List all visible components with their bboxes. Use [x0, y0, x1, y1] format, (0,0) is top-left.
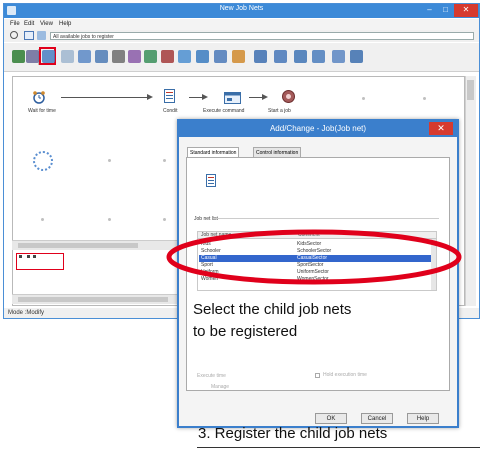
dialog-title-bar[interactable]: Add/Change - Job(Job net) ✕ — [179, 121, 457, 137]
highlight-ellipse — [166, 229, 462, 285]
layout-icon[interactable] — [24, 31, 34, 40]
callout-line-2: to be registered — [193, 323, 298, 340]
dotted-circle-node-icon[interactable] — [33, 151, 53, 171]
toolbar — [4, 43, 479, 72]
mail-icon[interactable] — [196, 50, 209, 63]
gear-job-icon[interactable] — [281, 89, 296, 104]
connector-line — [249, 97, 263, 98]
monitor-job-icon[interactable] — [112, 50, 125, 63]
search-scope-icon[interactable] — [37, 31, 46, 40]
comment-icon[interactable] — [61, 50, 74, 63]
grid-dot — [163, 218, 166, 221]
node-label-partial-1: Condit — [163, 108, 178, 114]
connector-line — [61, 97, 149, 98]
grid-icon[interactable] — [294, 50, 307, 63]
search-icon[interactable] — [10, 31, 18, 39]
tree-icon[interactable] — [274, 50, 287, 63]
preview-dot — [33, 255, 36, 258]
address-row: All available jobs to register — [4, 30, 479, 42]
vertical-scrollbar[interactable] — [465, 76, 476, 306]
help-button[interactable]: Help — [407, 413, 439, 424]
grid-dot — [41, 218, 44, 221]
maximize-button[interactable]: □ — [438, 4, 453, 17]
preview-dot — [19, 255, 22, 258]
arrow-head-icon — [147, 94, 153, 100]
caption-underline — [197, 447, 480, 448]
menu-bar: File Edit View Help — [4, 19, 479, 30]
node-label-wait: Wait for time — [28, 108, 56, 114]
ok-button[interactable]: OK — [315, 413, 347, 424]
flag-icon[interactable] — [312, 50, 325, 63]
command-job-icon[interactable] — [224, 91, 241, 104]
split-icon[interactable] — [332, 50, 345, 63]
grid-dot — [108, 218, 111, 221]
callout-text: Select the child job nets to be register… — [193, 299, 423, 343]
node-label-partial-3: Start a job — [268, 108, 291, 114]
hold-execution-label: Hold execution time — [323, 372, 367, 378]
list-icon[interactable] — [254, 50, 267, 63]
grid-dot — [163, 159, 166, 162]
group-divider — [213, 218, 439, 219]
menu-edit[interactable]: Edit — [24, 21, 34, 27]
document-job-icon[interactable] — [164, 89, 175, 103]
dialog-title: Add/Change - Job(Job net) — [269, 124, 367, 133]
delete-icon[interactable] — [350, 50, 363, 63]
pencil-icon[interactable] — [12, 50, 25, 63]
cluster-icon[interactable] — [161, 50, 174, 63]
status-text: Mode :Modify — [8, 310, 45, 316]
title-bar[interactable]: New Job Nets – □ ✕ — [4, 4, 479, 18]
connector-line — [189, 97, 203, 98]
document-icon[interactable] — [78, 50, 91, 63]
queue-icon[interactable] — [178, 50, 191, 63]
menu-view[interactable]: View — [40, 21, 53, 27]
grid-dot — [108, 159, 111, 162]
callout-line-1: Select the child job nets — [193, 301, 352, 318]
close-button[interactable]: ✕ — [454, 4, 478, 17]
job-document-icon — [206, 174, 216, 187]
eraser-icon[interactable] — [26, 50, 39, 63]
scroll-thumb[interactable] — [467, 80, 474, 100]
node-label-partial-2: Execute command — [203, 108, 245, 114]
cancel-button[interactable]: Cancel — [361, 413, 393, 424]
jobnet-register-icon[interactable] — [42, 50, 55, 63]
jobnet-filter-field[interactable]: All available jobs to register — [50, 32, 474, 40]
minimize-button[interactable]: – — [422, 4, 437, 17]
overview-preview[interactable] — [16, 253, 64, 270]
window-title: New Job Nets — [219, 5, 264, 12]
preview-dot — [27, 255, 30, 258]
arrow-head-icon — [262, 94, 268, 100]
arrow-head-icon — [202, 94, 208, 100]
job-net-list-label: Job net list — [194, 216, 218, 222]
figure-caption: 3. Register the child job nets — [198, 425, 388, 442]
menu-help[interactable]: Help — [59, 21, 71, 27]
grid-dot — [423, 97, 426, 100]
gear-job-icon[interactable] — [128, 50, 141, 63]
menu-file[interactable]: File — [10, 21, 20, 27]
scroll-thumb[interactable] — [18, 243, 138, 248]
web-job-icon[interactable] — [144, 50, 157, 63]
ruler-icon[interactable] — [232, 50, 245, 63]
horizontal-scrollbar[interactable] — [12, 294, 197, 304]
chart-icon[interactable] — [95, 50, 108, 63]
execute-time-label: Execute time — [197, 373, 226, 379]
dialog-close-button[interactable]: ✕ — [429, 122, 453, 135]
scroll-thumb[interactable] — [18, 297, 168, 302]
alarm-clock-icon[interactable] — [32, 90, 46, 104]
hold-execution-checkbox[interactable] — [315, 373, 320, 378]
grid-dot — [362, 97, 365, 100]
manage-label: Manage — [211, 384, 230, 390]
timer-icon[interactable] — [214, 50, 227, 63]
